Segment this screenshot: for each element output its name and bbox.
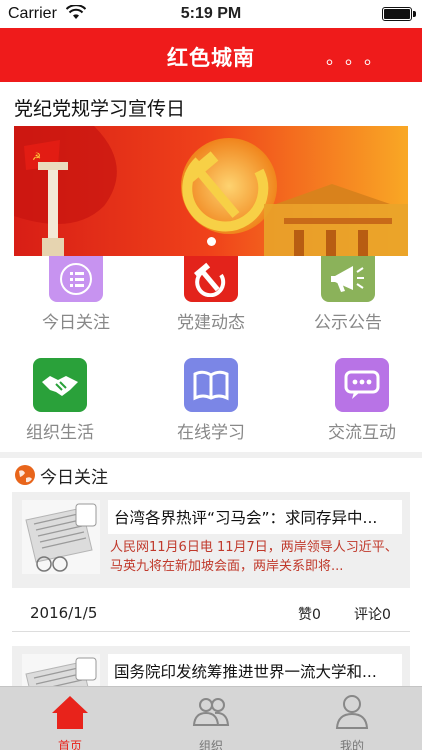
globe-icon [15,465,35,485]
tab-label: 组织 [198,739,223,750]
grid-label: 党建动态 [177,313,245,333]
grid-item-interaction[interactable]: 交流互动 [302,358,422,443]
tab-mine[interactable]: 我的 [282,687,422,750]
grid-label: 公示公告 [314,313,382,333]
carousel-page-indicator[interactable] [207,237,216,246]
home-icon [52,696,88,729]
grid-item-today-focus[interactable]: 今日关注 [16,256,136,333]
news-date: 2016/1/5 [30,604,98,622]
feature-grid: 今日关注 党建动态 公示公告 组织生活 在线学习 交流互动 [0,256,422,446]
megaphone-icon [321,256,375,302]
grid-item-announcement[interactable]: 公示公告 [288,256,408,333]
grid-label: 组织生活 [26,423,94,443]
handshake-icon [33,358,87,412]
chat-bubble-icon [335,358,389,412]
people-icon [192,698,230,726]
news-summary: 人民网11月6日电 11月7日，两岸领导人习近平、马英九将在新加坡会面，两岸关系… [110,540,398,574]
section-title: 今日关注 [40,468,108,488]
tab-organization[interactable]: 组织 [141,687,281,750]
person-icon [335,695,369,729]
grid-label: 在线学习 [177,423,245,443]
tab-bar: 首页 组织 我的 [0,686,422,750]
tab-home[interactable]: 首页 [0,687,140,750]
like-count-button[interactable]: 赞0 [298,604,321,624]
section-header: 今日关注 [0,452,422,488]
news-thumbnail [22,500,100,574]
hammer-sickle-icon [184,256,238,302]
grid-item-online-study[interactable]: 在线学习 [151,358,271,443]
news-title: 国务院印发统筹推进世界一流大学和... [108,654,402,688]
tab-label: 我的 [339,739,364,750]
svg-text:☭: ☭ [32,152,41,163]
comment-count-button[interactable]: 评论0 [354,604,391,624]
status-time: 5:19 PM [180,5,242,22]
news-meta-row: 2016/1/5 赞0 评论0 [12,594,410,632]
nav-bar: 红色城南 。。。 [0,28,422,82]
more-menu-button[interactable]: 。。。 [326,44,392,70]
news-title: 台湾各界热评“习马会”：求同存异中... [108,500,402,534]
grid-label: 交流互动 [328,423,396,443]
banner-title: 党纪党规学习宣传日 [14,98,186,120]
news-card[interactable]: 台湾各界热评“习马会”：求同存异中... 人民网11月6日电 11月7日，两岸领… [12,492,410,588]
status-bar: Carrier 5:19 PM [0,0,422,28]
list-icon [49,256,103,302]
book-icon [184,358,238,412]
grid-item-org-life[interactable]: 组织生活 [0,358,120,443]
grid-item-party-news[interactable]: 党建动态 [151,256,271,333]
tab-label: 首页 [57,739,82,750]
banner-carousel[interactable]: ☭ [14,126,408,256]
grid-label: 今日关注 [42,313,110,333]
battery-icon [382,7,416,21]
